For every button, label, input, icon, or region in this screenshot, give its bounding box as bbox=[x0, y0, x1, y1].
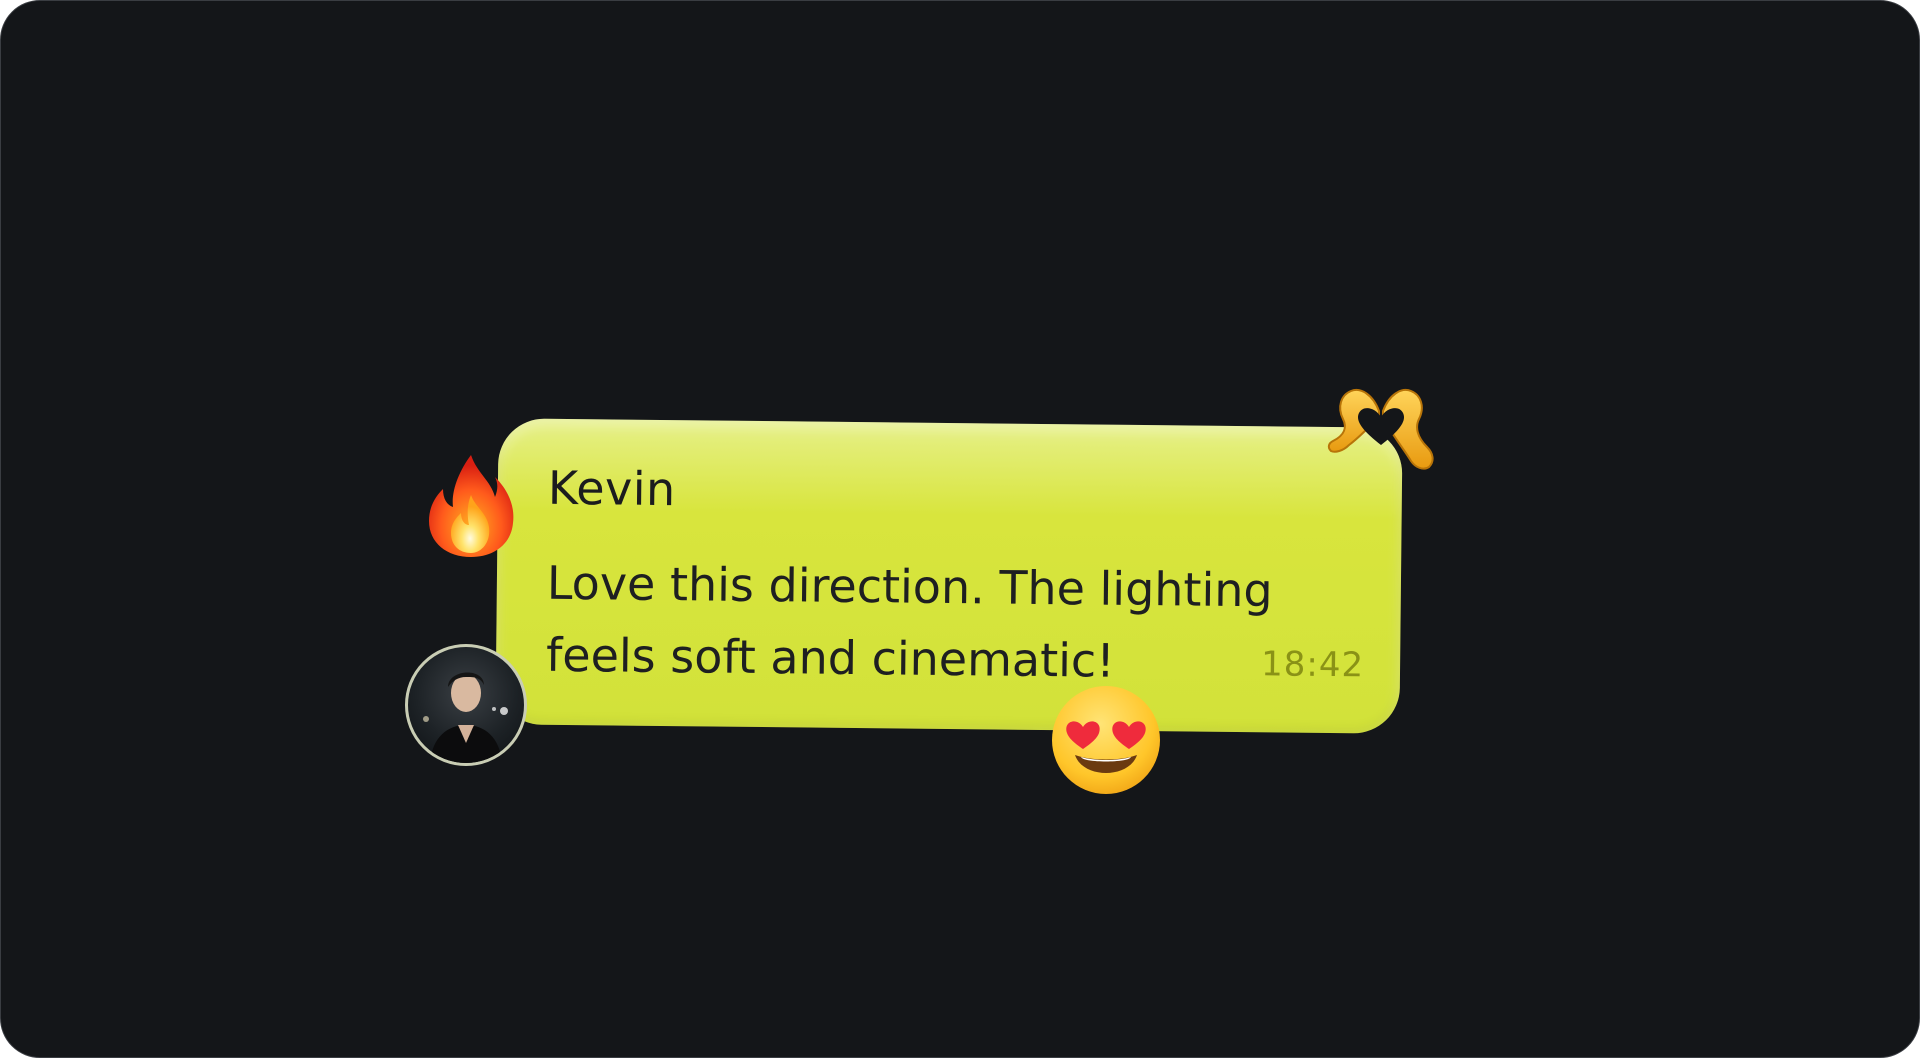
fire-emoji-icon[interactable] bbox=[425, 451, 517, 564]
message-timestamp: 18:42 bbox=[1260, 644, 1365, 686]
message-bubble[interactable]: Kevin Love this direction. The lighting … bbox=[495, 418, 1403, 734]
heart-eyes-emoji-icon[interactable] bbox=[1049, 683, 1163, 800]
heart-hands-emoji-icon[interactable] bbox=[1323, 381, 1439, 476]
sender-name: Kevin bbox=[547, 460, 677, 517]
avatar[interactable] bbox=[405, 644, 527, 766]
app-canvas: Kevin Love this direction. The lighting … bbox=[0, 0, 1920, 1058]
message-text: Love this direction. The lighting feels … bbox=[545, 555, 1273, 688]
